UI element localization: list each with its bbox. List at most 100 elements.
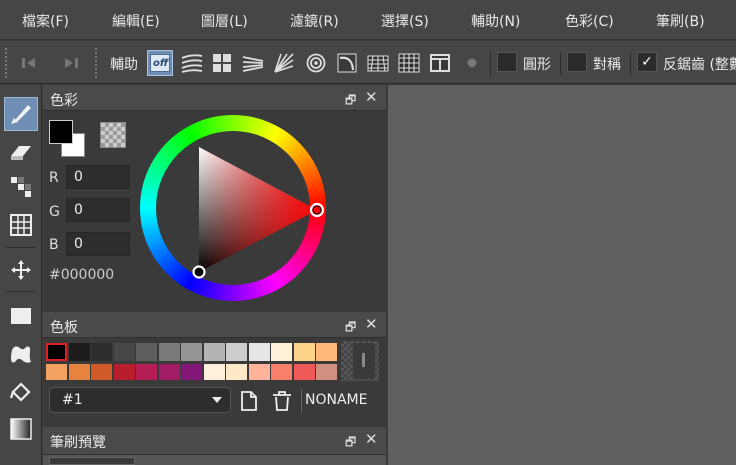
g-label: G [49,204,60,220]
select-tool[interactable] [4,208,38,242]
b-input[interactable]: 0 [66,232,130,256]
palette-swatch[interactable] [136,343,157,361]
assist-parallel-button[interactable] [180,51,204,75]
transparent-color-swatch[interactable] [100,122,126,148]
menu-brush[interactable]: 筆刷(B) [656,11,705,31]
palette-scrollbar[interactable] [341,341,379,381]
symmetry-checkbox[interactable] [567,52,587,72]
palette-swatch[interactable] [203,343,225,361]
menu-edit[interactable]: 編輯(E) [112,11,160,31]
palette-swatch[interactable] [136,364,157,380]
menu-bar: 檔案(F) 編輯(E) 圖層(L) 濾鏡(R) 選擇(S) 輔助(N) 色彩(C… [0,0,736,40]
toolbar-grip-2[interactable] [95,48,97,78]
dense-grid-icon [398,53,420,73]
palette-select-value: #1 [62,392,83,408]
foreground-color-swatch[interactable] [49,120,73,144]
palette-swatch[interactable] [293,343,315,361]
assist-perspective-grid-button[interactable] [366,51,390,75]
grid-select-icon [10,214,32,236]
palette-swatch[interactable] [158,343,180,361]
palette-swatch[interactable] [248,343,270,361]
color-panel-body: R 0 G 0 B 0 #000000 [43,112,386,312]
palette-swatch[interactable] [68,364,90,380]
g-input[interactable]: 0 [66,198,130,222]
palette-swatch[interactable] [316,364,337,380]
fill-tool[interactable] [4,375,38,409]
palette-swatch[interactable] [46,343,67,361]
palette-select[interactable]: #1 [49,387,231,413]
rectangle-tool[interactable] [4,299,38,333]
menu-select[interactable]: 選擇(S) [381,11,429,31]
palette-swatch[interactable] [158,364,180,380]
palette-swatch[interactable] [113,343,135,361]
menu-assist[interactable]: 輔助(N) [471,11,520,31]
float-icon[interactable]: 🗗 [345,433,356,454]
dot-pen-tool[interactable] [4,170,38,204]
palette-swatch[interactable] [91,343,112,361]
hex-value: #000000 [49,267,115,283]
color-panel-header[interactable]: 色彩 🗗 ✕ [43,85,386,111]
assist-curve-button[interactable] [335,51,359,75]
trash-icon [273,391,291,411]
eraser-tool[interactable] [4,135,38,169]
assist-grid-button[interactable] [210,51,234,75]
assist-dot-button[interactable] [460,51,484,75]
palette-swatch[interactable] [226,364,247,380]
undo-button[interactable] [18,51,42,75]
palette-swatch[interactable] [181,364,202,380]
palette-swatch[interactable] [68,343,90,361]
toolbox-separator [6,247,36,248]
palette-swatch[interactable] [293,364,315,380]
palette-panel-header[interactable]: 色板 🗗 ✕ [43,312,386,338]
float-icon[interactable]: 🗗 [345,318,356,339]
circle-checkbox[interactable] [497,52,517,72]
palette-swatch[interactable] [226,343,247,361]
close-icon[interactable]: ✕ [365,430,378,448]
palette-swatch[interactable] [91,364,112,380]
scrollbar-thumb[interactable] [362,353,365,367]
menu-file[interactable]: 檔案(F) [22,11,69,31]
brush-tool[interactable] [4,97,38,131]
assist-concentric-button[interactable] [304,51,328,75]
menu-filter[interactable]: 濾鏡(R) [290,11,339,31]
delete-palette-button[interactable] [271,390,293,412]
assist-perspective-button[interactable] [241,51,265,75]
close-icon[interactable]: ✕ [365,315,378,333]
redo-icon [65,58,78,68]
toolbar-grip[interactable] [5,48,7,78]
palette-swatch[interactable] [46,364,67,380]
palette-swatch[interactable] [181,343,202,361]
toolbox-separator-2 [6,291,36,292]
brush-preview-panel-header[interactable]: 筆刷預覽 🗗 ✕ [43,427,386,455]
palette-swatch[interactable] [271,343,292,361]
assist-off-button[interactable]: off [147,50,173,76]
color-triangle[interactable] [140,115,326,301]
lasso-tool[interactable] [4,337,38,371]
symmetry-label: 對稱 [593,57,621,73]
float-icon[interactable]: 🗗 [345,91,356,112]
palette-swatch[interactable] [248,364,270,380]
assist-radial-button[interactable] [272,51,296,75]
palette-panel-title: 色板 [50,320,78,336]
move-arrows-icon [11,260,31,280]
gradient-tool[interactable] [4,412,38,446]
palette-swatch[interactable] [316,343,337,361]
canvas-area[interactable] [388,85,736,465]
r-input[interactable]: 0 [66,165,130,189]
undo-icon [22,58,35,68]
antialias-checkbox[interactable]: ✓ [637,52,657,72]
palette-swatch[interactable] [271,364,292,380]
new-palette-button[interactable] [239,390,259,412]
menu-layer[interactable]: 圖層(L) [201,11,248,31]
brush-preview-tab[interactable] [49,457,135,465]
redo-button[interactable] [58,51,82,75]
move-tool[interactable] [4,253,38,287]
close-icon[interactable]: ✕ [365,88,378,106]
menu-color[interactable]: 色彩(C) [565,11,614,31]
assist-dense-grid-button[interactable] [397,51,421,75]
palette-swatch[interactable] [203,364,225,380]
lasso-shape-icon [11,346,31,363]
panel-column: 色彩 🗗 ✕ R 0 G 0 B 0 #000000 色板 🗗 ✕ #1 NON… [43,85,387,465]
palette-swatch[interactable] [113,364,135,380]
assist-comic-frame-button[interactable] [428,51,452,75]
